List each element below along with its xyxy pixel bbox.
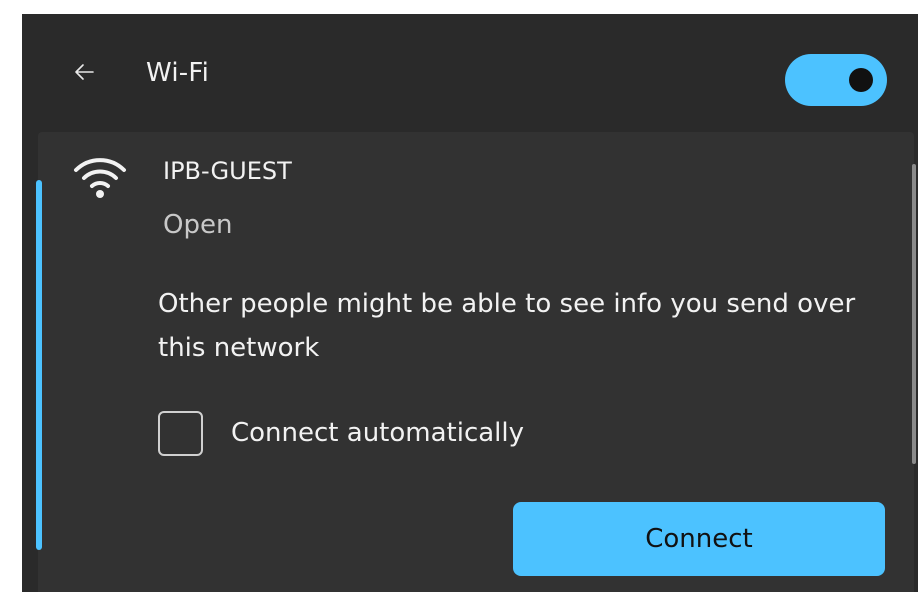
page-title: Wi-Fi — [146, 58, 210, 88]
connect-automatically-label: Connect automatically — [231, 418, 525, 448]
connect-automatically-checkbox[interactable] — [158, 410, 203, 456]
wifi-toggle[interactable] — [785, 54, 887, 106]
network-name: IPB-GUEST — [163, 157, 292, 185]
back-arrow-icon — [75, 64, 94, 80]
scrollbar[interactable] — [912, 164, 916, 464]
network-security-status: Open — [163, 210, 233, 240]
wifi-flyout-panel: Wi-Fi IPB-GUEST Open Other people might … — [22, 14, 918, 592]
connect-automatically-option[interactable]: Connect automatically — [158, 408, 524, 458]
toggle-knob — [849, 68, 873, 92]
connect-button[interactable]: Connect — [513, 502, 885, 576]
selection-indicator — [36, 180, 42, 550]
wifi-header: Wi-Fi — [22, 14, 918, 132]
back-button[interactable] — [66, 54, 102, 90]
wifi-signal-icon — [74, 158, 126, 198]
open-network-warning: Other people might be able to see info y… — [158, 289, 856, 363]
